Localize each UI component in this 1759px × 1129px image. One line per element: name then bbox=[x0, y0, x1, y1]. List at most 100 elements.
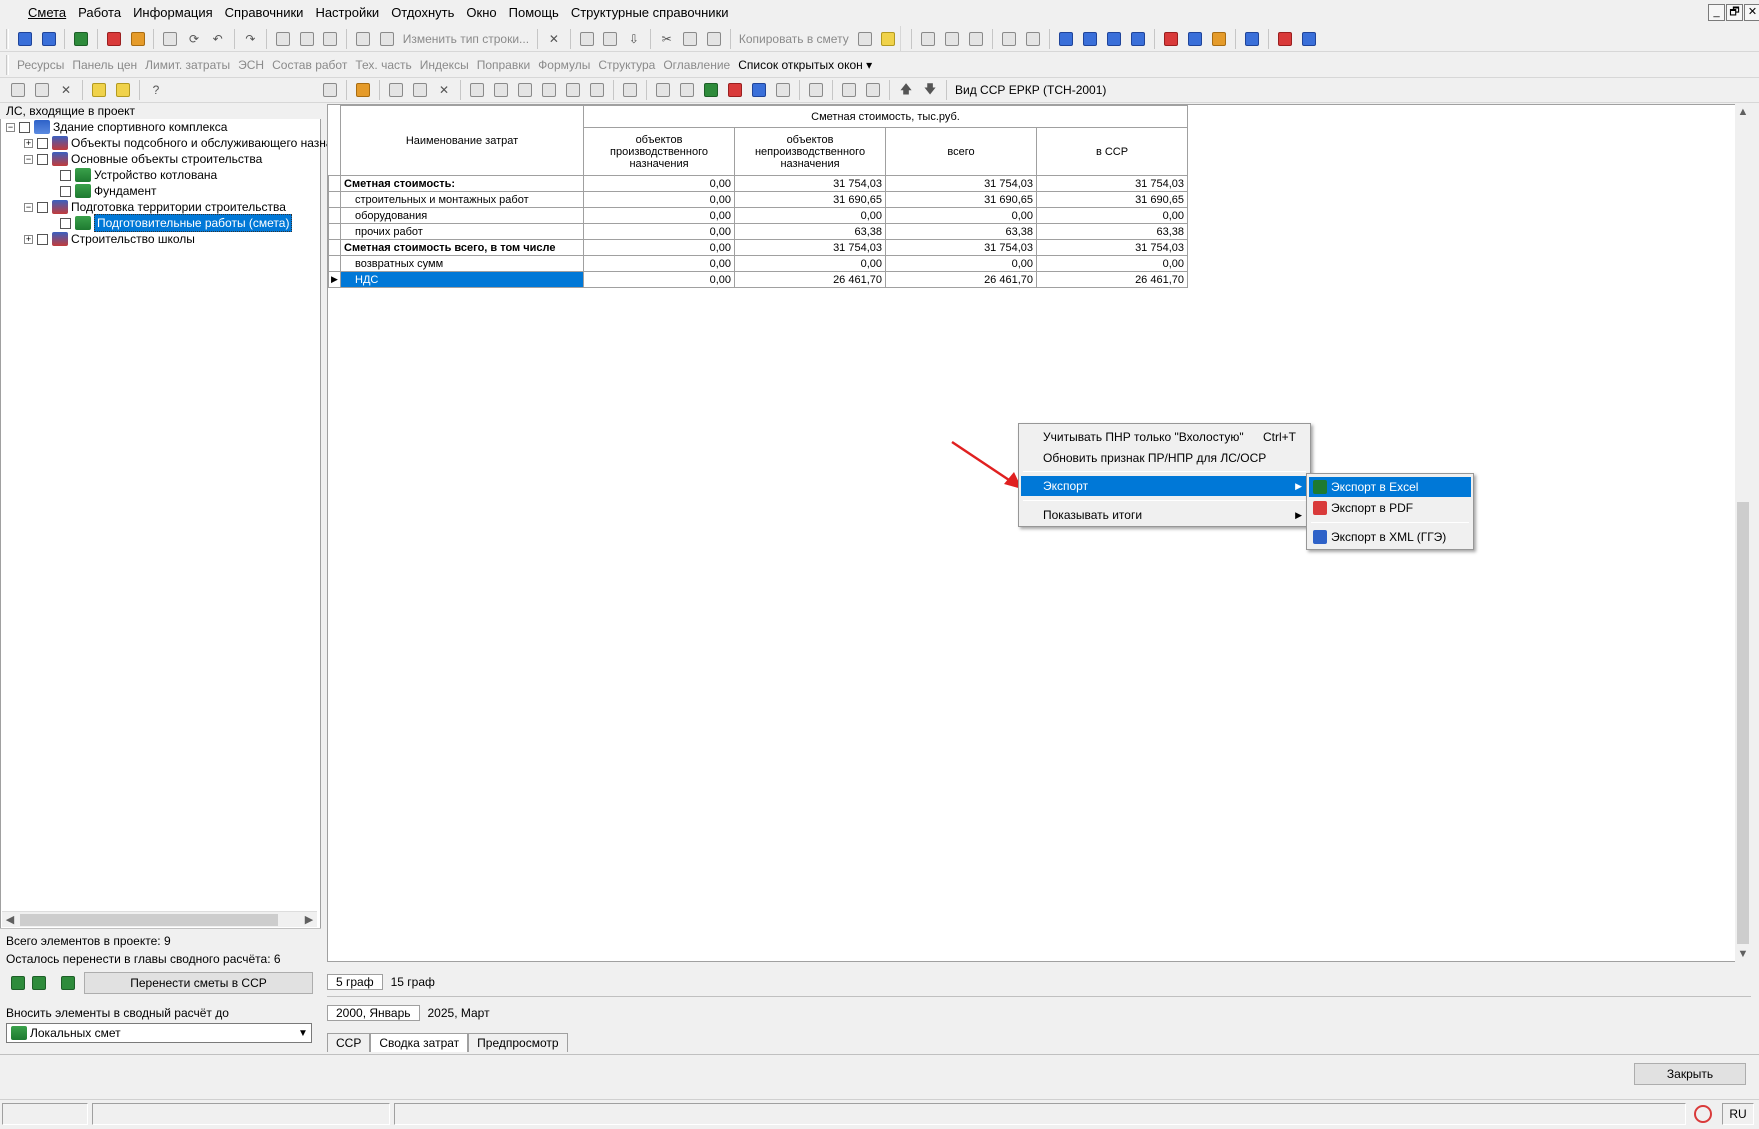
toolbar-grip[interactable] bbox=[6, 28, 9, 49]
menu-item-export-xml[interactable]: Экспорт в XML (ГГЭ) bbox=[1309, 527, 1471, 547]
print-icon[interactable] bbox=[353, 29, 373, 49]
move-up-icon[interactable] bbox=[8, 973, 28, 993]
table-row-selected[interactable]: ▶ НДС 0,00 26 461,70 26 461,70 26 461,70 bbox=[328, 271, 1188, 288]
menu-item-export[interactable]: Экспорт ▶ bbox=[1021, 476, 1308, 496]
tab-period-2025[interactable]: 2025, Март bbox=[420, 1006, 498, 1020]
tab-period-2000[interactable]: 2000, Январь bbox=[327, 1005, 420, 1021]
table-row[interactable]: прочих работ 0,00 63,38 63,38 63,38 bbox=[328, 223, 1188, 240]
corrections-button[interactable]: Поправки bbox=[473, 58, 534, 72]
copy-to-estimate-button[interactable]: Копировать в смету bbox=[735, 32, 853, 46]
new-doc-icon[interactable] bbox=[8, 80, 28, 100]
menu-informatsiya[interactable]: Информация bbox=[127, 2, 219, 24]
col-header-in-ssr[interactable]: в ССР bbox=[1036, 127, 1188, 176]
tree-node-sports-complex[interactable]: − Здание спортивного комплекса bbox=[6, 119, 227, 135]
tree-icon[interactable] bbox=[273, 29, 293, 49]
work-composition-button[interactable]: Состав работ bbox=[268, 58, 351, 72]
tree-node-main-objects[interactable]: − Основные объекты строительства bbox=[24, 151, 262, 167]
esn-button[interactable]: ЭСН bbox=[234, 58, 268, 72]
page-icon[interactable] bbox=[386, 80, 406, 100]
structure-button[interactable]: Структура bbox=[594, 58, 659, 72]
eraser-icon[interactable] bbox=[1275, 29, 1295, 49]
contents-button[interactable]: Оглавление bbox=[659, 58, 734, 72]
move-icon[interactable] bbox=[577, 29, 597, 49]
arrow-up-icon[interactable]: 🡅 bbox=[896, 80, 916, 100]
tree-checkbox[interactable] bbox=[37, 233, 48, 245]
car-icon[interactable] bbox=[1242, 29, 1262, 49]
books-icon[interactable] bbox=[1299, 29, 1319, 49]
outdent2-icon[interactable] bbox=[1128, 29, 1148, 49]
limit-costs-button[interactable]: Лимит. затраты bbox=[141, 58, 234, 72]
tree-checkbox[interactable] bbox=[37, 153, 48, 165]
menu-spravochniki[interactable]: Справочники bbox=[219, 2, 310, 24]
tree-node-school[interactable]: + Строительство школы bbox=[24, 231, 195, 247]
tree-checkbox[interactable] bbox=[37, 201, 48, 213]
table-row[interactable]: строительных и монтажных работ 0,00 31 6… bbox=[328, 191, 1188, 208]
table-row[interactable]: Сметная стоимость: 0,00 31 754,03 31 754… bbox=[328, 175, 1188, 192]
menu-okno[interactable]: Окно bbox=[460, 2, 502, 24]
col-header-name[interactable]: Наименование затрат bbox=[340, 105, 584, 176]
page2-icon[interactable] bbox=[410, 80, 430, 100]
insert-row-icon[interactable] bbox=[39, 29, 59, 49]
pdf-export-icon[interactable] bbox=[725, 80, 745, 100]
tab-ssr[interactable]: ССР bbox=[327, 1033, 371, 1052]
eraser2-icon[interactable] bbox=[806, 80, 826, 100]
menu-item-show-totals[interactable]: Показывать итоги ▶ bbox=[1021, 505, 1308, 525]
delete-disabled-icon[interactable]: ✕ bbox=[56, 80, 76, 100]
language-indicator[interactable]: RU bbox=[1722, 1103, 1754, 1125]
page-up-icon[interactable] bbox=[515, 80, 535, 100]
col-header-total[interactable]: всего bbox=[885, 127, 1037, 176]
vehicle-icon[interactable] bbox=[1185, 29, 1205, 49]
menu-item-update-pr-flag[interactable]: Обновить признак ПР/НПР для ЛС/ОСР bbox=[1021, 448, 1308, 468]
numbering-icon[interactable] bbox=[58, 973, 78, 993]
outdent-icon[interactable] bbox=[1104, 29, 1124, 49]
price-panel-button[interactable]: Панель цен bbox=[68, 58, 141, 72]
copy-doc-icon[interactable] bbox=[855, 29, 875, 49]
menu-item-export-pdf[interactable]: Экспорт в PDF bbox=[1309, 498, 1471, 518]
no-connection-icon[interactable] bbox=[1694, 1105, 1712, 1123]
tree-checkbox[interactable] bbox=[60, 169, 71, 181]
add-row-icon[interactable] bbox=[15, 29, 35, 49]
menu-rabota[interactable]: Работа bbox=[72, 2, 127, 24]
col-header-nonproduction[interactable]: объектов непроизводственного назначения bbox=[734, 127, 886, 176]
copy-page-icon[interactable] bbox=[467, 80, 487, 100]
include-level-select[interactable]: Локальных смет ▼ bbox=[6, 1023, 312, 1043]
hammer-icon[interactable] bbox=[1161, 29, 1181, 49]
doc-icon[interactable] bbox=[32, 80, 52, 100]
pdf-icon[interactable] bbox=[104, 29, 124, 49]
tree-node-pit[interactable]: Устройство котлована bbox=[60, 167, 217, 183]
tree-comment-icon[interactable] bbox=[321, 29, 341, 49]
book-icon[interactable] bbox=[918, 29, 938, 49]
resources-button[interactable]: Ресурсы bbox=[13, 58, 68, 72]
clipboard-icon[interactable] bbox=[878, 29, 898, 49]
filter-icon[interactable] bbox=[999, 29, 1019, 49]
menu-nastroyki[interactable]: Настройки bbox=[309, 2, 385, 24]
delete2-icon[interactable]: ✕ bbox=[434, 80, 454, 100]
refresh-icon[interactable]: ⟳ bbox=[184, 29, 204, 49]
filter2-icon[interactable] bbox=[1023, 29, 1043, 49]
move-down-icon[interactable] bbox=[29, 973, 49, 993]
preview2-icon[interactable] bbox=[863, 80, 883, 100]
change-row-type-button[interactable]: Изменить тип строки... bbox=[399, 32, 533, 46]
helmet-icon[interactable] bbox=[1209, 29, 1229, 49]
undo-icon[interactable]: ↶ bbox=[208, 29, 228, 49]
cut-icon[interactable]: ✂ bbox=[657, 29, 677, 49]
redo-icon[interactable]: ↷ bbox=[241, 29, 261, 49]
table-row[interactable]: Сметная стоимость всего, в том числе 0,0… bbox=[328, 239, 1188, 256]
scroll-thumb[interactable] bbox=[1737, 502, 1749, 944]
tech-part-button[interactable]: Тех. часть bbox=[351, 58, 415, 72]
play-icon[interactable] bbox=[942, 29, 962, 49]
transfer-to-ssr-button[interactable]: Перенести сметы в ССР bbox=[84, 972, 313, 994]
home-icon[interactable] bbox=[353, 80, 373, 100]
indent-icon[interactable] bbox=[1056, 29, 1076, 49]
tree-node-support-objects[interactable]: + Объекты подсобного и обслуживающего на… bbox=[24, 135, 333, 151]
tree-checkbox[interactable] bbox=[37, 137, 48, 149]
calc-icon[interactable] bbox=[620, 80, 640, 100]
expand-icon[interactable]: + bbox=[24, 234, 33, 244]
table-row[interactable]: возвратных сумм 0,00 0,00 0,00 0,00 bbox=[328, 255, 1188, 272]
pen2-icon[interactable] bbox=[677, 80, 697, 100]
scroll-thumb[interactable] bbox=[20, 914, 278, 926]
excel-export-icon[interactable] bbox=[701, 80, 721, 100]
collapse-icon[interactable]: − bbox=[24, 202, 33, 212]
open-windows-dropdown[interactable]: Список открытых окон ▾ bbox=[734, 58, 876, 72]
truck-icon[interactable] bbox=[377, 29, 397, 49]
